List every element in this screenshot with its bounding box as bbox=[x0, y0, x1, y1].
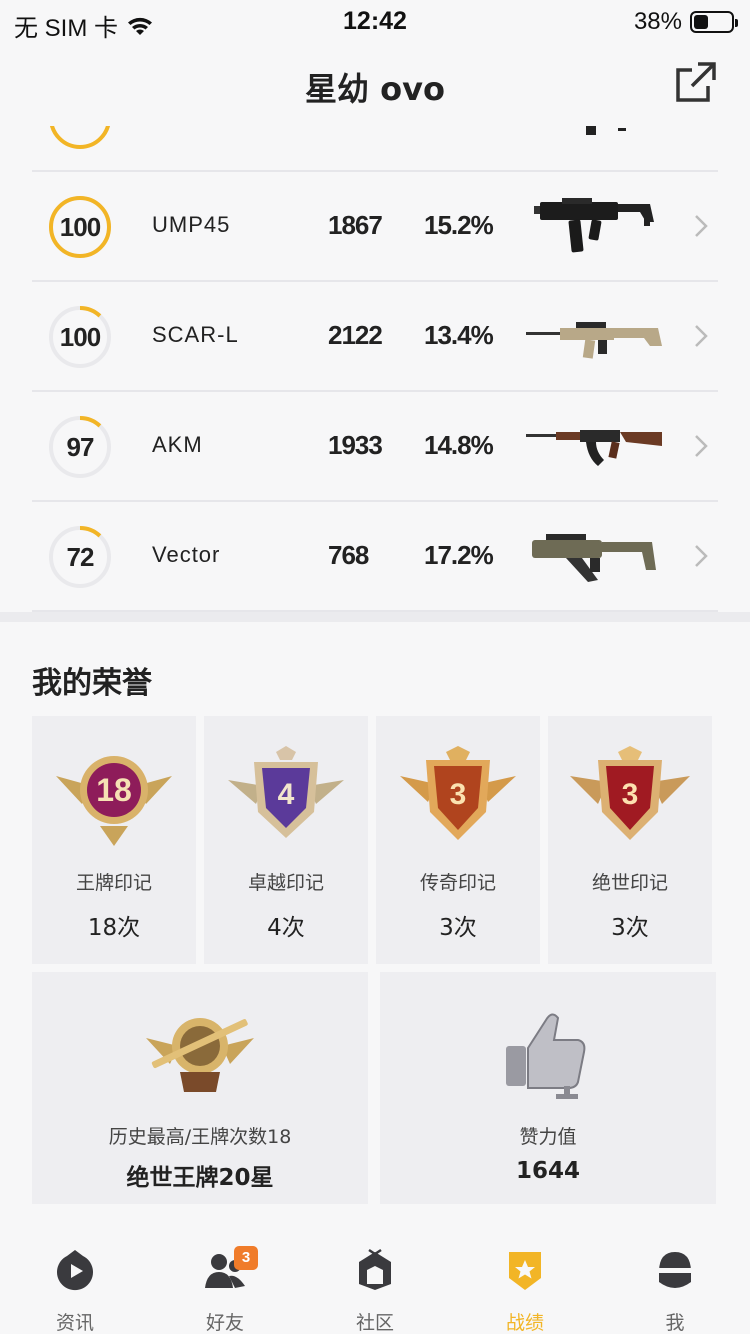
best-rank-card[interactable]: 历史最高/王牌次数18 绝世王牌20星 bbox=[32, 972, 368, 1204]
weapon-list: 100 UMP45 1867 15.2% 100 SCAR-L 2122 13.… bbox=[0, 126, 750, 612]
weapon-score: 72 bbox=[66, 542, 95, 572]
weapon-name: AKM bbox=[152, 432, 203, 457]
tab-record[interactable]: 战绩 bbox=[450, 1234, 600, 1334]
battery-icon bbox=[690, 11, 738, 33]
tab-news[interactable]: 资讯 bbox=[0, 1234, 150, 1334]
weapon-score: 100 bbox=[59, 322, 101, 352]
weapon-row-scar-l[interactable]: 100 SCAR-L 2122 13.4% bbox=[32, 282, 718, 392]
tab-label: 资讯 bbox=[55, 1312, 94, 1334]
weapon-name: Vector bbox=[152, 542, 221, 567]
best-rank-value: 绝世王牌20星 bbox=[126, 1165, 274, 1191]
status-right: 38% bbox=[633, 8, 738, 36]
scar-l-gun-icon bbox=[526, 322, 662, 359]
friends-count-badge: 3 bbox=[234, 1246, 258, 1270]
weapon-name: UMP45 bbox=[152, 212, 231, 237]
badge-card-legend[interactable]: 3 传奇印记 3次 bbox=[376, 716, 540, 964]
chevron-right-icon bbox=[695, 435, 708, 457]
tab-bar: 资讯 3 好友 社区 战绩 我 bbox=[0, 1234, 750, 1334]
weapon-kills: 2122 bbox=[328, 320, 383, 350]
akm-gun-icon bbox=[526, 430, 662, 466]
badge-name: 卓越印记 bbox=[247, 872, 324, 894]
record-icon bbox=[509, 1252, 541, 1290]
honors-title: 我的荣誉 bbox=[32, 666, 152, 701]
vector-gun-icon bbox=[532, 534, 656, 582]
likes-value: 1644 bbox=[515, 1158, 580, 1184]
tab-label: 战绩 bbox=[505, 1312, 544, 1334]
weapon-rate: 17.2% bbox=[424, 540, 494, 570]
legend-badge-icon: 3 bbox=[400, 746, 516, 840]
weapon-kills: 1867 bbox=[328, 210, 383, 240]
partial-ring-icon bbox=[50, 126, 110, 149]
ace-badge-icon: 18 bbox=[56, 756, 172, 846]
section-divider bbox=[0, 612, 750, 622]
tab-label: 我 bbox=[665, 1312, 685, 1334]
badge-number: 18 bbox=[96, 772, 132, 808]
weapon-rate: 15.2% bbox=[424, 210, 494, 240]
likes-card[interactable]: 赞力值 1644 bbox=[380, 972, 716, 1204]
peerless-badge-icon: 3 bbox=[570, 746, 690, 840]
weapon-row-ump45[interactable]: 100 UMP45 1867 15.2% bbox=[32, 172, 718, 282]
honors-section: 我的荣誉 18 王牌印记 18次 4 卓越印记 4次 3 传奇印记 3次 3 绝… bbox=[0, 622, 750, 1234]
badge-count: 3次 bbox=[611, 915, 649, 941]
badge-count: 3次 bbox=[439, 915, 477, 941]
status-bar: 无 SIM 卡 12:42 38% bbox=[0, 0, 750, 42]
thumbs-up-trophy-icon bbox=[506, 1013, 586, 1099]
badge-number: 4 bbox=[278, 778, 295, 811]
badge-name: 传奇印记 bbox=[419, 872, 496, 894]
weapon-score: 97 bbox=[66, 432, 95, 462]
badge-number: 3 bbox=[450, 778, 467, 811]
chevron-right-icon bbox=[695, 545, 708, 567]
profile-icon bbox=[659, 1252, 691, 1288]
weapon-score: 100 bbox=[59, 212, 101, 242]
badge-name: 王牌印记 bbox=[75, 872, 152, 894]
weapon-row-akm[interactable]: 97 AKM 1933 14.8% bbox=[32, 392, 718, 502]
weapon-kills: 1933 bbox=[328, 430, 383, 460]
chevron-right-icon bbox=[695, 325, 708, 347]
battery-percent: 38% bbox=[633, 8, 682, 35]
ump45-gun-icon bbox=[534, 198, 654, 253]
best-rank-label: 历史最高/王牌次数18 bbox=[108, 1126, 292, 1148]
badge-card-excellence[interactable]: 4 卓越印记 4次 bbox=[204, 716, 368, 964]
badge-name: 绝世印记 bbox=[591, 872, 668, 894]
excellence-badge-icon: 4 bbox=[228, 746, 344, 838]
battery-fill bbox=[694, 15, 708, 29]
likes-label: 赞力值 bbox=[519, 1126, 577, 1148]
tab-community[interactable]: 社区 bbox=[300, 1234, 450, 1334]
badge-card-peerless[interactable]: 3 绝世印记 3次 bbox=[548, 716, 712, 964]
page-title: 星幼 ovo bbox=[305, 70, 445, 108]
badge-number: 3 bbox=[622, 778, 639, 811]
partial-weapon-icon bbox=[586, 126, 626, 135]
share-icon[interactable] bbox=[674, 60, 718, 104]
badge-count: 4次 bbox=[267, 915, 305, 941]
weapon-rate: 14.8% bbox=[424, 430, 494, 460]
sniper-badge-icon bbox=[146, 1018, 254, 1092]
weapon-kills: 768 bbox=[328, 540, 369, 570]
tab-friends[interactable]: 3 好友 bbox=[150, 1234, 300, 1334]
nav-bar: 星幼 ovo bbox=[0, 42, 750, 126]
chevron-right-icon bbox=[695, 215, 708, 237]
community-icon bbox=[359, 1248, 391, 1290]
badge-card-ace[interactable]: 18 王牌印记 18次 bbox=[32, 716, 196, 964]
weapon-name: SCAR-L bbox=[152, 322, 239, 347]
badge-count: 18次 bbox=[87, 915, 141, 941]
weapon-row-vector[interactable]: 72 Vector 768 17.2% bbox=[32, 502, 718, 612]
weapon-rate: 13.4% bbox=[424, 320, 494, 350]
tab-label: 好友 bbox=[205, 1312, 244, 1334]
tab-label: 社区 bbox=[355, 1312, 394, 1334]
news-icon bbox=[57, 1250, 93, 1291]
tab-profile[interactable]: 我 bbox=[600, 1234, 750, 1334]
